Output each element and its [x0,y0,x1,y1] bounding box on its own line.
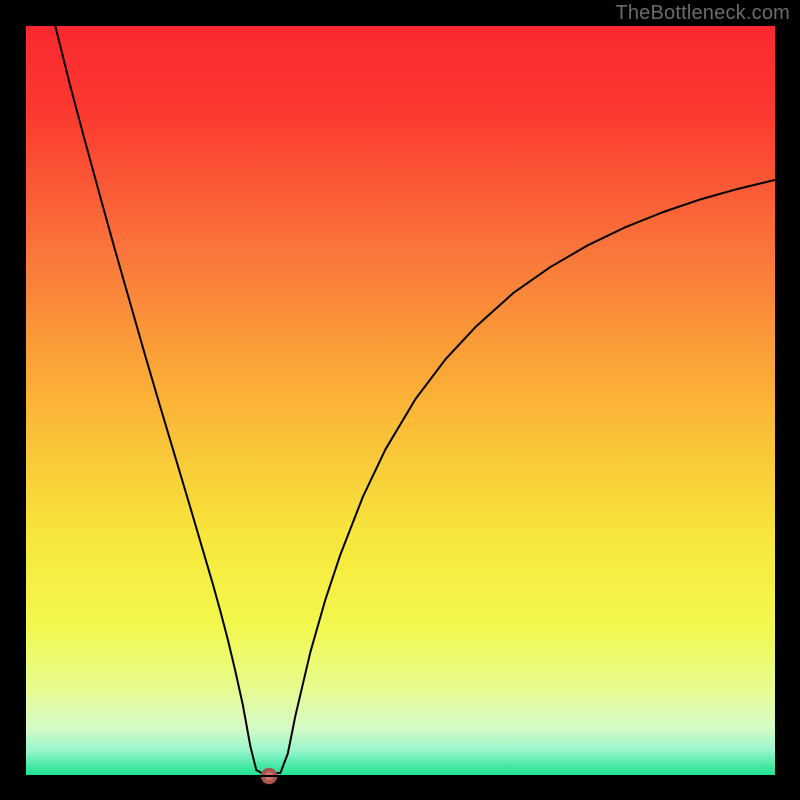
watermark-text: TheBottleneck.com [615,2,790,25]
plot-background [25,25,776,776]
chart-stage: TheBottleneck.com [0,0,800,800]
bottleneck-chart [0,0,800,800]
